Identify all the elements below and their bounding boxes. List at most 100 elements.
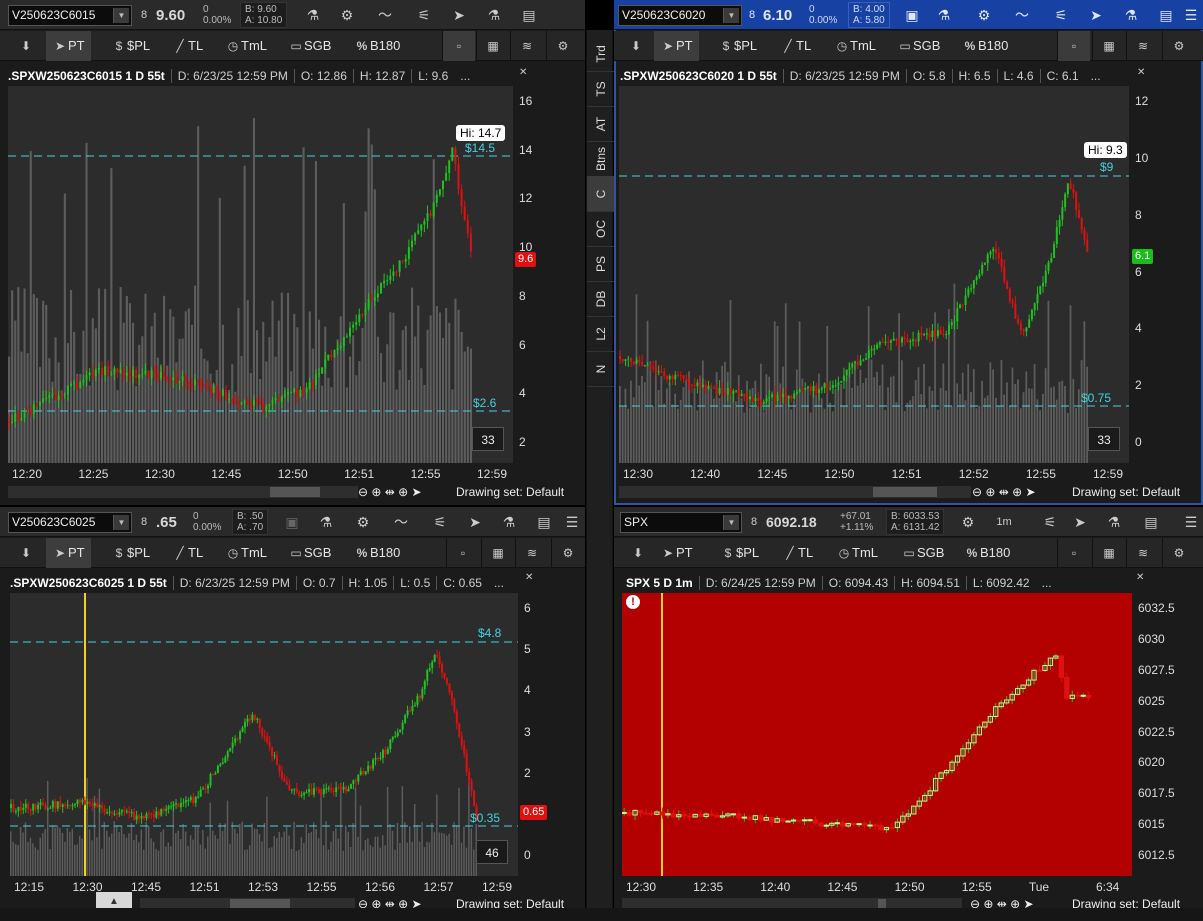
drawing-set-label[interactable]: Drawing set: Default (1072, 485, 1180, 501)
tool-sgb[interactable]: ▭ SGB (901, 538, 944, 568)
side-tab-at[interactable]: AT (587, 106, 614, 142)
link-icon[interactable]: 8 (134, 513, 154, 531)
drawing-icon[interactable]: ⚟ (430, 513, 450, 531)
grid-layout-icon[interactable]: ▦ (476, 31, 509, 61)
symbol-selector[interactable]: SPX ▼ (620, 512, 742, 533)
single-layout-icon[interactable]: ▫ (1057, 538, 1090, 568)
drawing-icon[interactable]: ⚟ (1040, 513, 1060, 531)
tool-pt[interactable]: ➤ PT (46, 31, 91, 61)
link-icon[interactable]: 8 (134, 6, 154, 24)
zoom-controls[interactable]: ⊖ ⊕ ⇹ ⊕ ➤ (358, 485, 422, 501)
chart-style-icon[interactable]: ▤ (1141, 513, 1161, 531)
collapse-icon[interactable]: ✕ (519, 67, 527, 78)
symbol-selector[interactable]: V250623C6015 ▼ (8, 5, 132, 26)
drawing-icon[interactable]: ⚟ (1051, 6, 1071, 24)
gear-icon[interactable]: ⚙ (546, 31, 579, 61)
horizontal-scrollbar[interactable] (619, 486, 971, 498)
trade-icon[interactable]: ▣ (282, 513, 302, 531)
studies-icon[interactable]: 〜 (1012, 6, 1032, 24)
tool-b180[interactable]: % B180 (962, 31, 1009, 61)
tool-tl[interactable]: ╱ TL (172, 31, 203, 61)
pin-icon[interactable]: ⬇ (18, 538, 34, 568)
flask-icon[interactable]: ⚗ (499, 513, 519, 531)
tool-b180[interactable]: % B180 (354, 31, 401, 61)
gear-icon[interactable]: ⚙ (1162, 538, 1195, 568)
studies-icon[interactable]: 〜 (375, 6, 395, 24)
timeframe-button[interactable]: 1m (994, 513, 1014, 531)
gear-icon[interactable]: ⚙ (1162, 31, 1195, 61)
side-tab-l2[interactable]: L2 (587, 316, 614, 352)
chart-style-icon[interactable]: ▤ (519, 6, 539, 24)
pin-icon[interactable]: ⬇ (628, 31, 644, 61)
side-tab-ts[interactable]: TS (587, 71, 614, 107)
zoom-controls[interactable]: ⊖ ⊕ ⇹ ⊕ ➤ (972, 485, 1036, 501)
chevron-down-icon[interactable]: ▼ (113, 8, 129, 23)
scroll-thumb[interactable] (873, 487, 937, 497)
scroll-thumb[interactable] (270, 487, 320, 497)
side-tab-c[interactable]: C (587, 176, 614, 212)
gear-icon[interactable]: ⚙ (974, 6, 994, 24)
tool-sgb[interactable]: ▭ SGB (288, 538, 331, 568)
menu-icon[interactable]: ☰ (582, 6, 585, 24)
chart-style-icon[interactable]: ▤ (534, 513, 554, 531)
tool-pt[interactable]: ➤ PT (46, 538, 91, 568)
side-tab-ps[interactable]: PS (587, 246, 614, 282)
tool-spl[interactable]: $ $PL (111, 538, 150, 568)
single-layout-icon[interactable]: ▫ (446, 538, 479, 568)
symbol-selector[interactable]: V250623C6025 ▼ (8, 512, 132, 533)
grid-layout-icon[interactable]: ▦ (1092, 31, 1125, 61)
drawing-set-label[interactable]: Drawing set: Default (456, 485, 564, 501)
cursor-icon[interactable]: ➤ (1070, 513, 1090, 531)
signal-icon[interactable]: ≋ (515, 538, 548, 568)
trade-icon[interactable]: ▣ (902, 6, 922, 24)
side-tab-n[interactable]: N (587, 351, 614, 387)
cursor-icon[interactable]: ➤ (1086, 6, 1106, 24)
side-tab-oc[interactable]: OC (587, 211, 614, 247)
collapse-icon[interactable]: ✕ (1137, 67, 1145, 78)
side-tab-trd[interactable]: Trd (587, 36, 614, 72)
chart-style-icon[interactable]: ▤ (1156, 6, 1176, 24)
tool-spl[interactable]: $ $PL (720, 538, 759, 568)
tool-spl[interactable]: $ $PL (718, 31, 757, 61)
studies-icon[interactable]: 〜 (391, 513, 411, 531)
collapse-icon[interactable]: ✕ (1136, 572, 1144, 583)
side-tab-db[interactable]: DB (587, 281, 614, 317)
cursor-icon[interactable]: ➤ (449, 6, 469, 24)
horizontal-scrollbar[interactable] (8, 486, 358, 498)
menu-icon[interactable]: ☰ (1181, 513, 1201, 531)
tool-sgb[interactable]: ▭ SGB (897, 31, 940, 61)
cursor-icon[interactable]: ➤ (465, 513, 485, 531)
tool-pt[interactable]: ➤ PT (660, 538, 693, 568)
symbol-selector[interactable]: V250623C6020 ▼ (618, 5, 742, 26)
flask-icon[interactable]: ⚗ (934, 6, 954, 24)
warning-icon[interactable]: ! (626, 595, 640, 609)
price-plot[interactable] (622, 593, 1132, 876)
single-layout-icon[interactable]: ▫ (442, 31, 475, 61)
tool-pt[interactable]: ➤ PT (654, 31, 699, 61)
chevron-down-icon[interactable]: ▼ (723, 515, 739, 530)
menu-icon[interactable]: ☰ (1181, 6, 1201, 24)
tool-tml[interactable]: ◷ TmL (834, 31, 876, 61)
grid-layout-icon[interactable]: ▦ (1092, 538, 1125, 568)
link-icon[interactable]: 8 (744, 513, 764, 531)
gear-icon[interactable]: ⚙ (551, 538, 584, 568)
price-plot[interactable] (8, 86, 513, 463)
tool-tml[interactable]: ◷ TmL (225, 31, 267, 61)
signal-icon[interactable]: ≋ (1126, 31, 1159, 61)
link-icon[interactable]: 8 (742, 6, 762, 24)
tool-b180[interactable]: % B180 (964, 538, 1011, 568)
price-plot[interactable] (10, 593, 518, 876)
gear-icon[interactable]: ⚙ (958, 513, 978, 531)
tool-tl[interactable]: ╱ TL (172, 538, 203, 568)
flask-icon[interactable]: ⚗ (484, 6, 504, 24)
tool-tml[interactable]: ◷ TmL (225, 538, 267, 568)
tool-tl[interactable]: ╱ TL (780, 31, 811, 61)
chevron-down-icon[interactable]: ▼ (113, 515, 129, 530)
pin-icon[interactable]: ⬇ (630, 538, 646, 568)
gear-icon[interactable]: ⚙ (353, 513, 373, 531)
flask-icon[interactable]: ⚗ (1104, 513, 1124, 531)
side-tab-btns[interactable]: Btns (587, 141, 614, 177)
menu-icon[interactable]: ☰ (562, 513, 582, 531)
tool-tml[interactable]: ◷ TmL (836, 538, 878, 568)
signal-icon[interactable]: ≋ (510, 31, 543, 61)
